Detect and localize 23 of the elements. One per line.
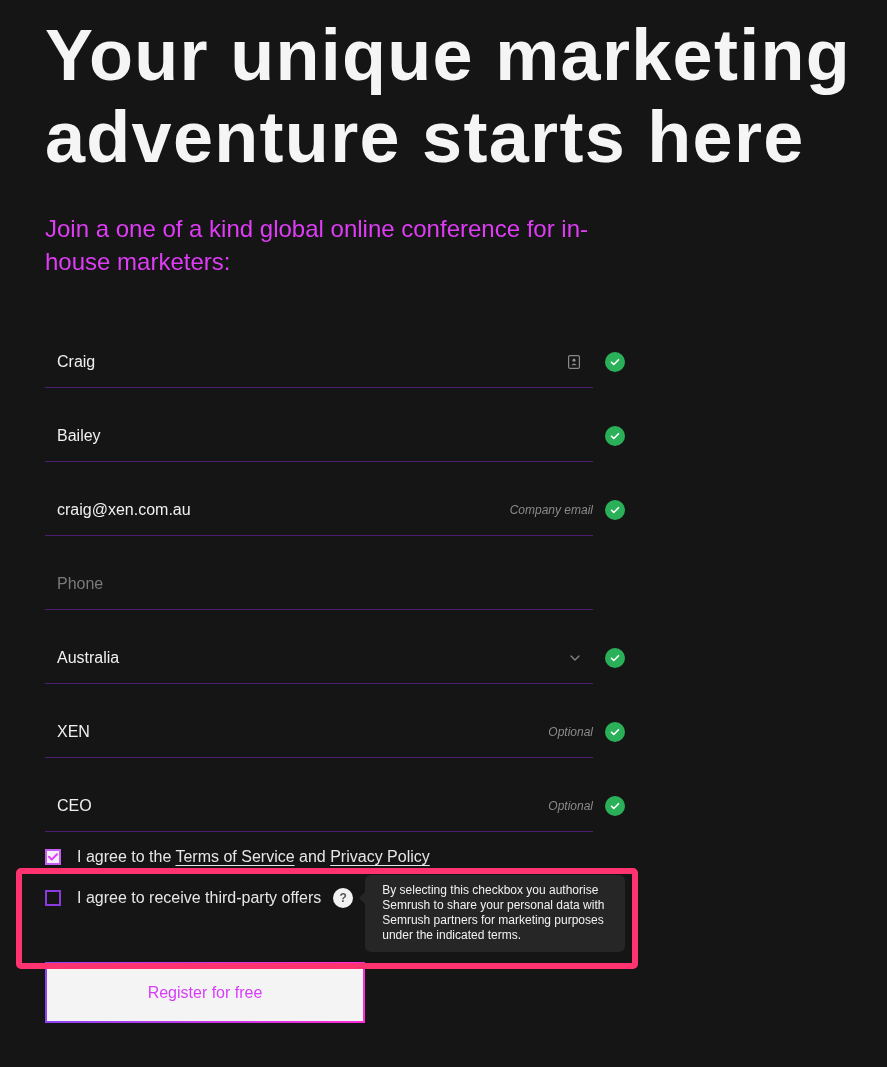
checkbox[interactable]: [45, 890, 61, 906]
field-hint: Company email: [509, 502, 593, 517]
chevron-down-icon: [570, 654, 580, 661]
subheading: Join a one of a kind global online conference for in-house marketers:: [45, 214, 590, 277]
select-field[interactable]: Australia: [45, 632, 593, 684]
input-field[interactable]: craig@xen.com.au Company email: [45, 484, 593, 536]
input-field[interactable]: CEO Optional: [45, 780, 593, 832]
policy-link[interactable]: Terms of Service: [175, 848, 295, 865]
tooltip: By selecting this checkbox you authorise Semrush to share your personal data with Semrush partners for marketing purposes under the indicated terms.: [359, 875, 626, 952]
input-field[interactable]: Craig: [45, 336, 593, 388]
input-field[interactable]: Bailey: [45, 410, 593, 462]
contact-card-icon[interactable]: [568, 354, 580, 369]
help-button[interactable]: ?: [333, 888, 354, 908]
page-heading: Your unique marketing adventure starts here: [45, 14, 853, 178]
consent-label: I agree to the Terms of Service and Privacy Policy: [77, 847, 430, 867]
policy-link[interactable]: Privacy Policy: [330, 848, 430, 865]
input-field[interactable]: XEN Optional: [45, 706, 593, 758]
consent-label: I agree to receive third-party offers: [77, 888, 322, 908]
field-hint: Optional: [548, 798, 593, 813]
input-field[interactable]: Phone: [45, 558, 593, 610]
checkmark-icon: [48, 853, 58, 861]
field-hint: Optional: [548, 724, 593, 739]
checkbox[interactable]: [45, 849, 61, 865]
